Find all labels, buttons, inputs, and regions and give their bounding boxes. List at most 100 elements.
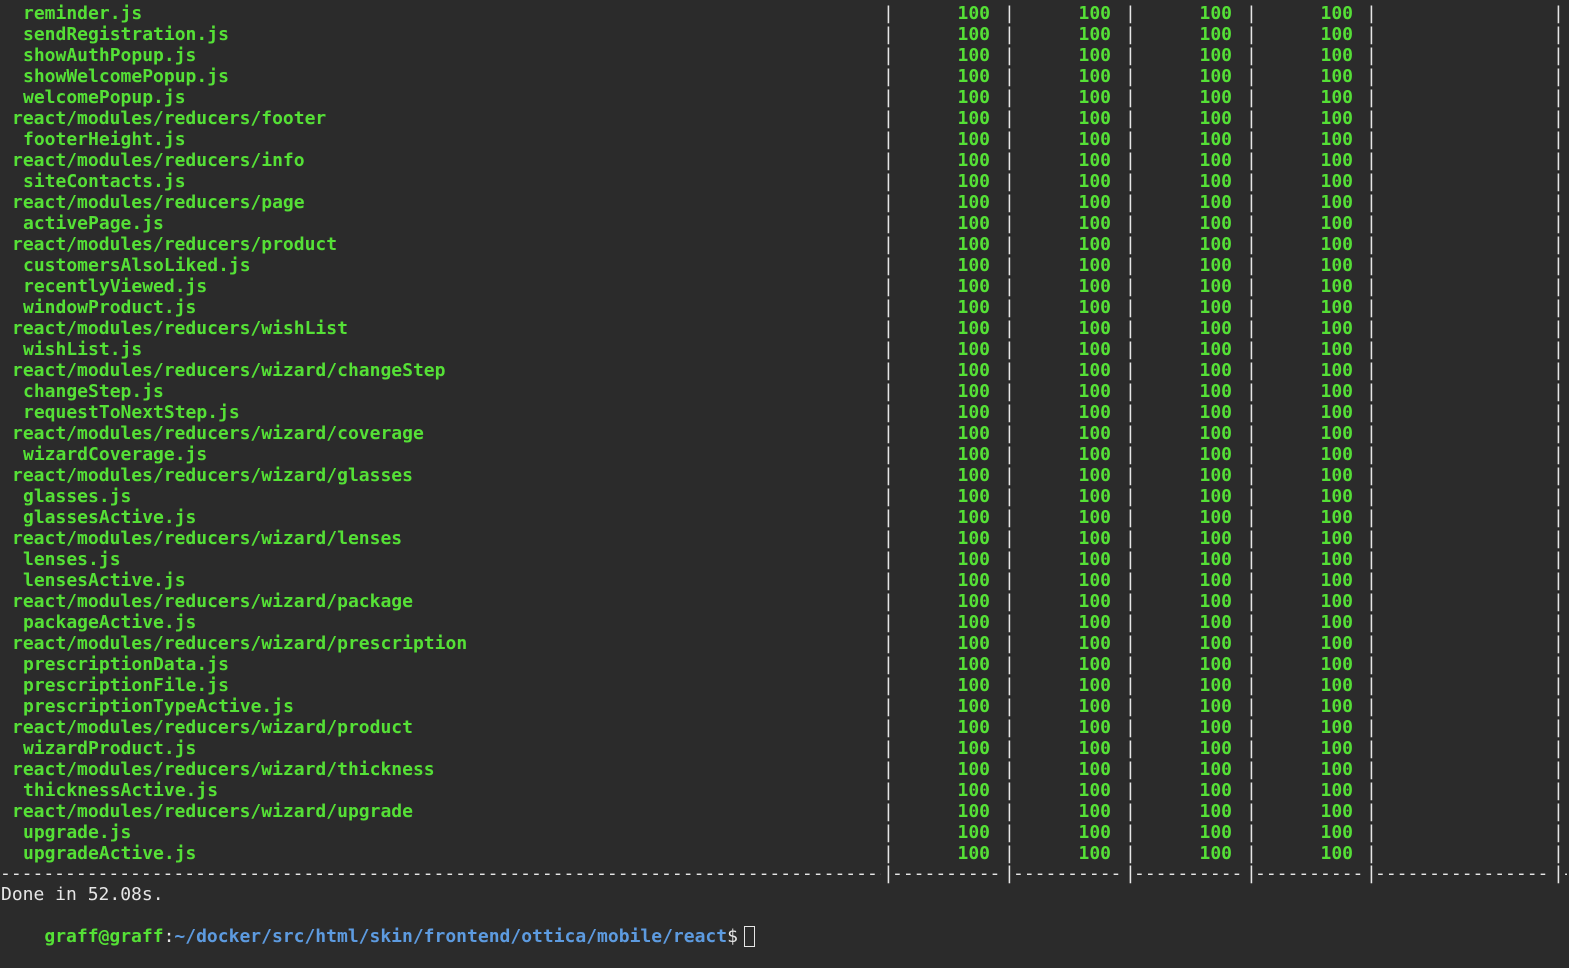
column-divider: | (1125, 3, 1136, 24)
coverage-value: 100 (1320, 633, 1353, 654)
table-row: windowProduct.js | | | | | | 100 100 100 100 (0, 297, 1569, 318)
coverage-value: 100 (1320, 759, 1353, 780)
column-divider: | (1246, 108, 1257, 129)
column-divider: | (1125, 591, 1136, 612)
text-cursor[interactable] (743, 926, 755, 947)
coverage-value: 100 (957, 423, 990, 444)
coverage-value: 100 (1320, 591, 1353, 612)
file-name: activePage.js (23, 213, 164, 234)
file-name: upgradeActive.js (23, 843, 197, 864)
coverage-value: 100 (957, 192, 990, 213)
column-divider: | (1125, 780, 1136, 801)
file-name: wizardProduct.js (23, 738, 197, 759)
coverage-value: 100 (1320, 402, 1353, 423)
file-name: footerHeight.js (23, 129, 186, 150)
coverage-value: 100 (1078, 654, 1111, 675)
column-divider: | (1125, 549, 1136, 570)
column-divider: | (883, 801, 894, 822)
column-divider: | (1366, 486, 1377, 507)
column-divider: | (1246, 675, 1257, 696)
coverage-value: 100 (1078, 108, 1111, 129)
terminal-window[interactable]: reminder.js | | | | | | 100 100 100 100 sendRegistr… (0, 0, 1569, 947)
column-divider: | (1366, 234, 1377, 255)
column-divider: | (1366, 675, 1377, 696)
coverage-value: 100 (1078, 360, 1111, 381)
column-divider: | (1246, 234, 1257, 255)
column-divider: | (1004, 717, 1015, 738)
column-divider: | (1246, 591, 1257, 612)
column-divider: | (883, 549, 894, 570)
column-divider: | (1366, 423, 1377, 444)
column-divider: | (1366, 129, 1377, 150)
column-divider: | (1553, 150, 1564, 171)
column-divider: | (1004, 759, 1015, 780)
column-divider: | (1125, 423, 1136, 444)
coverage-value: 100 (1078, 759, 1111, 780)
coverage-value: 100 (1199, 129, 1232, 150)
coverage-value: 100 (1320, 801, 1353, 822)
file-name: lenses.js (23, 549, 121, 570)
column-divider: | (1366, 570, 1377, 591)
coverage-value: 100 (1199, 381, 1232, 402)
coverage-value: 100 (1320, 381, 1353, 402)
column-divider: | (1004, 87, 1015, 108)
coverage-value: 100 (1199, 297, 1232, 318)
column-divider: | (1125, 381, 1136, 402)
table-row: reminder.js | | | | | | 100 100 100 100 (0, 3, 1569, 24)
coverage-value: 100 (1078, 843, 1111, 864)
coverage-value: 100 (957, 213, 990, 234)
column-divider: | (1246, 423, 1257, 444)
coverage-value: 100 (1078, 66, 1111, 87)
coverage-value: 100 (1199, 591, 1232, 612)
column-divider: | (1366, 465, 1377, 486)
coverage-value: 100 (1199, 801, 1232, 822)
column-divider: | (1125, 297, 1136, 318)
column-divider: | (1366, 381, 1377, 402)
file-name: sendRegistration.js (23, 24, 229, 45)
table-row: react/modules/reducers/info | | | | | | 100 100 1… (0, 150, 1569, 171)
coverage-value: 100 (1078, 276, 1111, 297)
coverage-value: 100 (1199, 66, 1232, 87)
column-divider: | (1246, 402, 1257, 423)
column-divider: | (1366, 213, 1377, 234)
coverage-value: 100 (1078, 465, 1111, 486)
column-divider: | (1553, 696, 1564, 717)
column-divider: | (1004, 213, 1015, 234)
coverage-value: 100 (1199, 45, 1232, 66)
column-divider: | (1004, 738, 1015, 759)
column-divider: | (1004, 423, 1015, 444)
coverage-value: 100 (1320, 129, 1353, 150)
column-divider: | (1004, 696, 1015, 717)
column-divider: | (1246, 717, 1257, 738)
coverage-value: 100 (1320, 192, 1353, 213)
column-divider: | (1125, 87, 1136, 108)
coverage-value: 100 (1078, 696, 1111, 717)
column-divider: | (1366, 87, 1377, 108)
column-divider: | (1553, 654, 1564, 675)
column-divider: | (1553, 528, 1564, 549)
coverage-value: 100 (1320, 234, 1353, 255)
column-divider: | (1004, 318, 1015, 339)
column-divider: | (1125, 24, 1136, 45)
column-divider: | (1553, 780, 1564, 801)
column-divider: | (1366, 66, 1377, 87)
table-row: glasses.js | | | | | | 100 100 100 100 (0, 486, 1569, 507)
coverage-value: 100 (1199, 549, 1232, 570)
separator-dashes: ------------- (1255, 863, 1364, 884)
column-divider: | (1553, 549, 1564, 570)
coverage-value: 100 (957, 45, 990, 66)
column-divider: | (1553, 297, 1564, 318)
column-divider: | (1125, 213, 1136, 234)
column-divider: | (1553, 633, 1564, 654)
table-row: footerHeight.js | | | | | | 100 100 100 100 (0, 129, 1569, 150)
table-row: react/modules/reducers/product | | | | | | 100 1… (0, 234, 1569, 255)
column-divider: | (1125, 801, 1136, 822)
shell-prompt[interactable]: graff@graff:~/docker/src/html/skin/front… (1, 905, 755, 947)
table-row: react/modules/reducers/footer | | | | | | 100 10… (0, 108, 1569, 129)
directory-name: react/modules/reducers/wizard/coverage (12, 423, 424, 444)
column-divider: | (1246, 213, 1257, 234)
separator-dashes: ------------- (1013, 863, 1123, 884)
column-divider: | (883, 339, 894, 360)
table-row: prescriptionFile.js | | | | | | 100 100 100 100 (0, 675, 1569, 696)
coverage-value: 100 (957, 171, 990, 192)
